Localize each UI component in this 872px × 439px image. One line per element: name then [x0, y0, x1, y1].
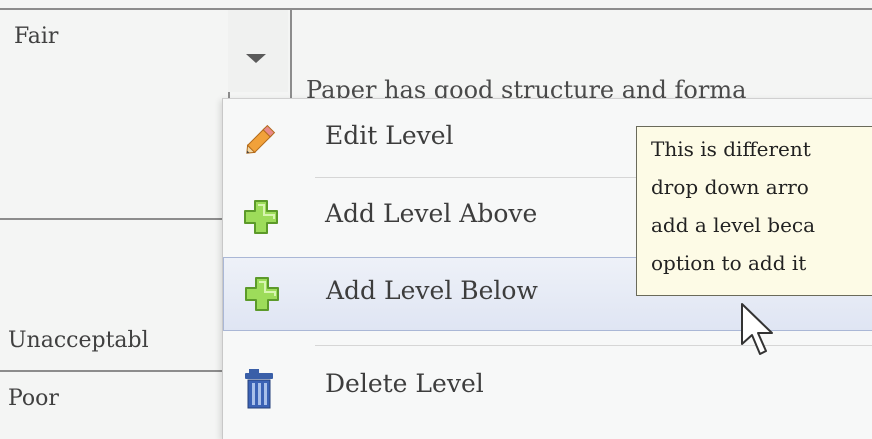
callout-line: This is different — [651, 137, 811, 161]
menu-item-label: Edit Level — [325, 121, 454, 150]
green-plus-icon — [241, 197, 281, 237]
green-plus-icon — [242, 274, 282, 314]
table-row-border — [0, 370, 230, 372]
level-dropdown-button[interactable] — [228, 10, 288, 92]
annotation-callout: This is different drop down arro add a l… — [636, 126, 872, 296]
chevron-down-icon — [246, 54, 266, 63]
menu-separator — [315, 345, 872, 346]
menu-item-label: Add Level Below — [326, 276, 538, 305]
trash-icon — [241, 367, 281, 409]
mouse-cursor-icon — [738, 300, 778, 364]
menu-item-label: Add Level Above — [325, 199, 538, 228]
table-column-divider-2 — [290, 8, 292, 108]
menu-item-label: Delete Level — [325, 369, 484, 398]
table-top-border — [0, 8, 872, 10]
pencil-icon — [241, 119, 281, 159]
level-name-unacceptable: Unacceptabl — [8, 328, 149, 353]
callout-line: drop down arro — [651, 175, 809, 199]
level-name-fair: Fair — [14, 24, 59, 49]
table-row-border — [0, 218, 230, 220]
level-name-poor: Poor — [8, 386, 59, 411]
callout-line: add a level beca — [651, 213, 816, 237]
callout-line: option to add it — [651, 251, 807, 275]
